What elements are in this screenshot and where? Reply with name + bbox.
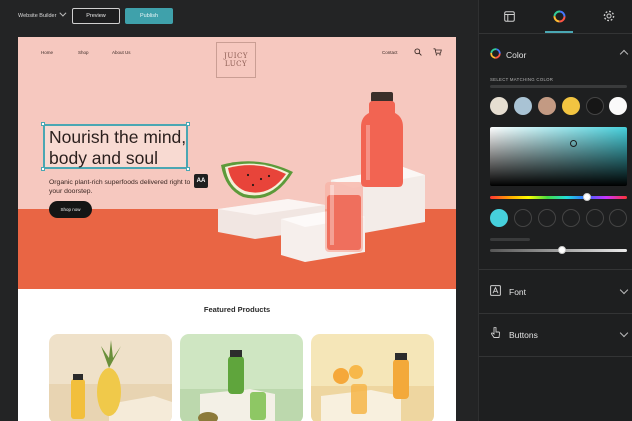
hue-slider-knob[interactable]	[583, 193, 591, 201]
buttons-section-title[interactable]: Buttons	[509, 330, 538, 340]
layout-icon	[503, 10, 515, 22]
color-wheel-icon	[553, 10, 565, 22]
section-divider	[479, 269, 632, 270]
nav-contact-link[interactable]: Contact	[382, 50, 398, 55]
active-tab-indicator	[545, 31, 573, 33]
chevron-down-icon	[59, 9, 67, 17]
shop-now-button[interactable]: Shop now	[49, 201, 92, 218]
section-divider	[479, 356, 632, 357]
hero-subtext[interactable]: Organic plant-rich superfoods delivered …	[49, 178, 194, 196]
color-swatch-tan[interactable]	[538, 97, 556, 115]
color-swatch-yellow[interactable]	[562, 97, 580, 115]
empty-color-slot[interactable]	[562, 209, 580, 227]
green-juice-product-image	[180, 350, 303, 421]
product-card-pineapple[interactable]	[49, 334, 172, 421]
logo-line-1: JUICY	[224, 52, 248, 60]
opacity-slider-knob[interactable]	[558, 246, 566, 254]
swatch-separator	[490, 85, 627, 88]
nav-about-link[interactable]: About Us	[112, 50, 131, 55]
app-title-label: Website Builder	[18, 13, 57, 19]
color-picker-area[interactable]	[490, 127, 627, 186]
empty-color-slot[interactable]	[586, 209, 604, 227]
hero-product-illustration	[218, 92, 425, 262]
chevron-down-icon[interactable]	[619, 285, 629, 295]
color-swatch-light-blue[interactable]	[514, 97, 532, 115]
empty-color-slot[interactable]	[514, 209, 532, 227]
color-swatch-white[interactable]	[609, 97, 627, 115]
hero-headline[interactable]: Nourish the mind, body and soul	[49, 127, 189, 169]
settings-icon	[603, 10, 615, 22]
pointer-icon	[491, 327, 501, 338]
website-canvas: Home Shop About Us JUICY LUCY Contact No…	[18, 37, 456, 421]
color-swatch-black[interactable]	[586, 97, 604, 115]
nav-home-link[interactable]: Home	[41, 50, 53, 55]
chevron-up-icon[interactable]	[619, 49, 629, 59]
font-icon	[490, 285, 501, 296]
top-toolbar: Website Builder Preview Publish	[0, 0, 478, 33]
color-picker-cursor[interactable]	[570, 140, 577, 147]
color-section-icon	[490, 48, 501, 59]
product-card-green-juice[interactable]	[180, 334, 303, 421]
selected-color-swatch[interactable]	[490, 209, 508, 227]
preview-button[interactable]: Preview	[72, 8, 120, 24]
sidebar-tabs	[479, 0, 632, 34]
app-title-dropdown[interactable]: Website Builder	[18, 9, 67, 19]
design-sidebar: Color SELECT MATCHING COLOR Font Buttons	[478, 0, 632, 421]
pineapple-product-image	[49, 340, 172, 421]
select-color-label: SELECT MATCHING COLOR	[490, 77, 554, 82]
hue-slider[interactable]	[490, 196, 627, 199]
site-logo[interactable]: JUICY LUCY	[216, 42, 256, 78]
section-divider	[479, 313, 632, 314]
tab-layout[interactable]	[487, 0, 531, 32]
orange-juice-product-image	[311, 353, 434, 421]
featured-products-title: Featured Products	[203, 305, 271, 314]
chevron-down-icon[interactable]	[619, 328, 629, 338]
empty-color-slot[interactable]	[538, 209, 556, 227]
cart-icon[interactable]	[433, 48, 442, 56]
search-icon[interactable]	[414, 48, 422, 56]
publish-button[interactable]: Publish	[125, 8, 173, 24]
opacity-label-bar	[490, 238, 530, 241]
tab-colors[interactable]	[537, 0, 581, 33]
tab-settings[interactable]	[587, 0, 631, 32]
nav-shop-link[interactable]: Shop	[78, 50, 89, 55]
hero-section[interactable]: Home Shop About Us JUICY LUCY Contact No…	[18, 37, 456, 289]
resize-handle-top-left[interactable]	[41, 122, 45, 126]
resize-handle-bottom-left[interactable]	[41, 167, 45, 171]
product-card-orange-juice[interactable]	[311, 334, 434, 421]
logo-line-2: LUCY	[224, 60, 248, 68]
color-swatch-cream[interactable]	[490, 97, 508, 115]
color-section-title[interactable]: Color	[506, 50, 526, 60]
resize-handle-top-right[interactable]	[186, 122, 190, 126]
font-section-title[interactable]: Font	[509, 287, 526, 297]
text-style-button[interactable]: AA	[194, 174, 208, 188]
empty-color-slot[interactable]	[609, 209, 627, 227]
